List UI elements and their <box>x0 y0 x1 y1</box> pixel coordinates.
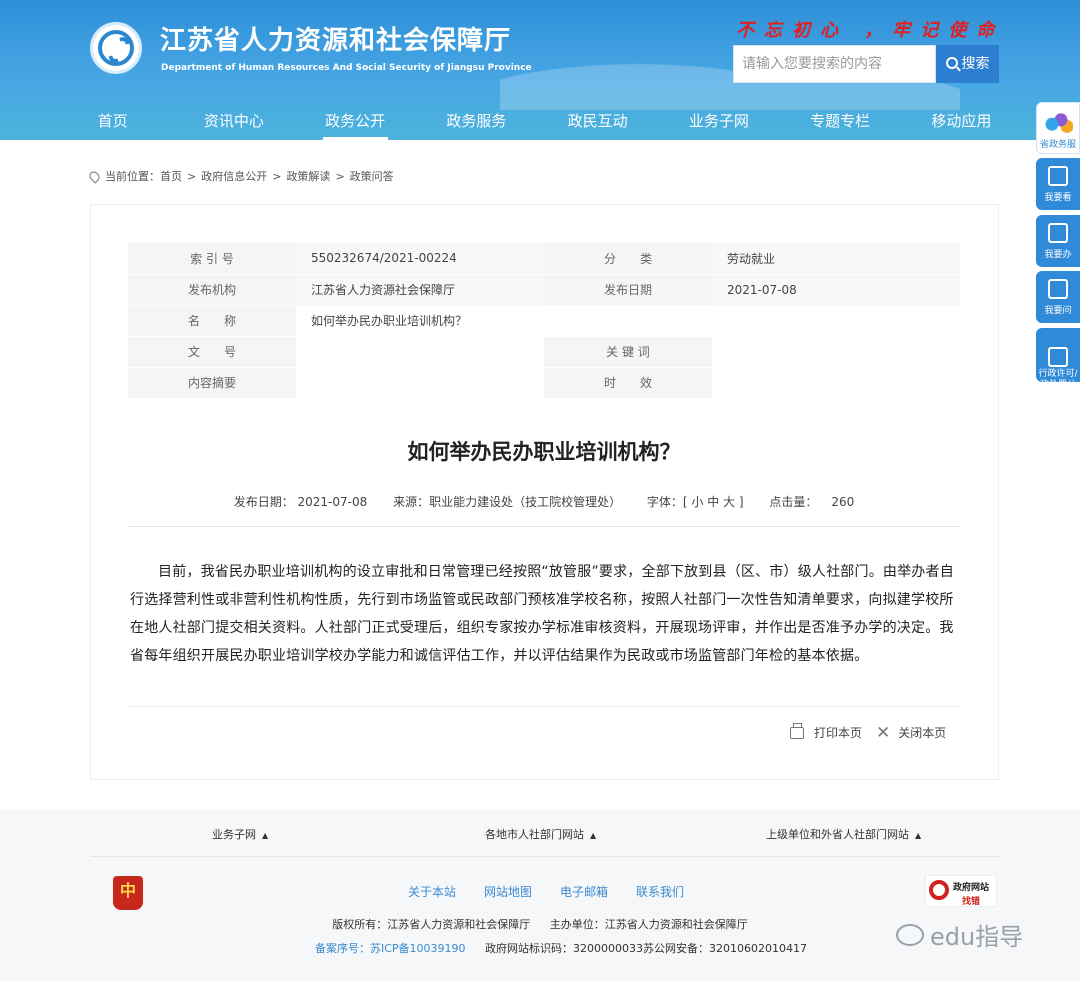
click-count-label: 点击量： <box>769 495 818 509</box>
caret-up-icon: ▲ <box>590 831 597 840</box>
main-nav: 首页 资讯中心 政务公开 政务服务 政民互动 业务子网 专题专栏 移动应用 <box>52 104 1022 140</box>
site-logo-icon[interactable] <box>90 22 142 74</box>
abstract-value <box>296 367 544 399</box>
footer-link-sub-networks[interactable]: 业务子网 ▲ <box>212 826 268 842</box>
divider <box>128 526 960 527</box>
article-title: 如何举办民办职业培训机构？ <box>407 440 681 464</box>
caret-up-icon: ▲ <box>262 831 269 840</box>
close-icon: ✕ <box>876 722 891 743</box>
docno-value <box>296 336 544 368</box>
breadcrumb-policy-interpretation[interactable]: 政策解读 <box>286 168 330 184</box>
date-value: 2021-07-08 <box>712 274 960 306</box>
validity-label: 时 效 <box>544 367 712 399</box>
location-pin-icon <box>87 168 102 184</box>
nav-news[interactable]: 资讯中心 <box>173 104 294 140</box>
breadcrumb-home[interactable]: 首页 <box>160 168 182 184</box>
site-code: 政府网站标识码：3200000033 <box>485 942 643 955</box>
org-label: 发布机构 <box>128 274 296 306</box>
caret-up-icon: ▲ <box>915 831 922 840</box>
breadcrumb-policy-qa[interactable]: 政策问答 <box>350 168 394 184</box>
click-count: 260 <box>831 495 855 509</box>
footer-sitemap[interactable]: 网站地图 <box>484 883 532 900</box>
docno-label: 文 号 <box>128 336 296 368</box>
document-info-table: 索 引 号 550232674/2021-00224 分 类 劳动就业 发布机构… <box>128 243 960 399</box>
breadcrumb-gov-info[interactable]: 政府信息公开 <box>201 168 267 184</box>
nav-gov-services[interactable]: 政务服务 <box>416 104 537 140</box>
find-error-button[interactable]: 政府网站 找错 <box>925 875 997 907</box>
footer-contact[interactable]: 联系我们 <box>636 883 684 900</box>
category-value: 劳动就业 <box>712 243 960 275</box>
article-body: 目前，我省民办职业培训机构的设立审批和日常管理已经按照“放管服”要求，全部下放到… <box>130 564 954 664</box>
icp-record[interactable]: 备案序号：苏ICP备10039190 <box>315 940 466 956</box>
wechat-watermark: edu指导 <box>896 917 1023 952</box>
name-value: 如何举办民办职业培训机构？ <box>296 305 960 337</box>
side-handle-button[interactable]: 我要办 <box>1036 215 1080 267</box>
footer-link-superior-sites[interactable]: 上级单位和外省人社部门网站 ▲ <box>766 826 921 842</box>
nav-interaction[interactable]: 政民互动 <box>537 104 658 140</box>
document-icon <box>1048 347 1068 367</box>
site-subtitle: Department of Human Resources And Social… <box>161 63 532 73</box>
footer-link-city-sites[interactable]: 各地市人社部门网站 ▲ <box>485 826 596 842</box>
abstract-label: 内容摘要 <box>128 367 296 399</box>
keyword-label: 关 键 词 <box>544 336 712 368</box>
nav-gov-affairs-public[interactable]: 政务公开 <box>295 104 416 140</box>
footer-about[interactable]: 关于本站 <box>408 883 456 900</box>
printer-icon <box>790 722 804 739</box>
nav-mobile-apps[interactable]: 移动应用 <box>901 104 1022 140</box>
org-value: 江苏省人力资源社会保障厅 <box>296 274 544 306</box>
article-meta: 发布日期： 2021-07-08 来源：职业能力建设处（技工院校管理处） 字体：… <box>128 493 960 510</box>
index-label: 索 引 号 <box>128 243 296 275</box>
nav-sub-networks[interactable]: 业务子网 <box>658 104 779 140</box>
magnifier-icon <box>929 880 949 900</box>
police-record[interactable]: 苏公网安备：32010602010417 <box>643 940 807 956</box>
nav-special-topics[interactable]: 专题专栏 <box>780 104 901 140</box>
divider <box>128 706 960 707</box>
date-label: 发布日期 <box>544 274 712 306</box>
slogan: 不忘初心 ，牢记使命 <box>736 20 1005 41</box>
name-label: 名 称 <box>128 305 296 337</box>
publish-date: 发布日期： 2021-07-08 <box>233 495 368 509</box>
validity-value <box>712 367 960 399</box>
search-input[interactable]: 请输入您要搜索的内容 <box>733 45 936 83</box>
footer-email[interactable]: 电子邮箱 <box>560 883 608 900</box>
wechat-icon <box>896 923 924 946</box>
divider <box>90 856 999 857</box>
search-button[interactable]: 搜索 <box>936 45 999 83</box>
party-gov-emblem-icon[interactable]: 中 <box>113 876 143 910</box>
side-provincial-service-button[interactable]: 省政务服 <box>1036 102 1080 154</box>
keyword-value <box>712 336 960 368</box>
print-button[interactable]: 打印本页 <box>790 722 862 741</box>
nav-home[interactable]: 首页 <box>52 104 173 140</box>
side-ask-button[interactable]: 我要问 <box>1036 271 1080 323</box>
side-view-button[interactable]: 我要看 <box>1036 158 1080 210</box>
question-icon <box>1048 279 1068 299</box>
index-value: 550232674/2021-00224 <box>296 243 544 275</box>
font-size-selector[interactable]: 字体：[ 小 中 大 ] <box>647 495 744 509</box>
article-source: 来源：职业能力建设处（技工院校管理处） <box>393 495 622 509</box>
site-header: 江苏省人力资源和社会保障厅 Department of Human Resour… <box>0 0 1080 140</box>
breadcrumb: 当前位置： 首页 > 政府信息公开 > 政策解读 > 政策问答 <box>87 168 394 184</box>
service-logo-icon <box>1043 111 1073 133</box>
search-icon <box>945 57 958 69</box>
close-page-button[interactable]: ✕ 关闭本页 <box>876 724 946 741</box>
site-title[interactable]: 江苏省人力资源和社会保障厅 <box>160 20 511 57</box>
book-icon <box>1048 166 1068 186</box>
side-license-button[interactable]: 行政许可/ 政处罚公 <box>1036 328 1080 390</box>
monitor-icon <box>1048 223 1068 243</box>
category-label: 分 类 <box>544 243 712 275</box>
